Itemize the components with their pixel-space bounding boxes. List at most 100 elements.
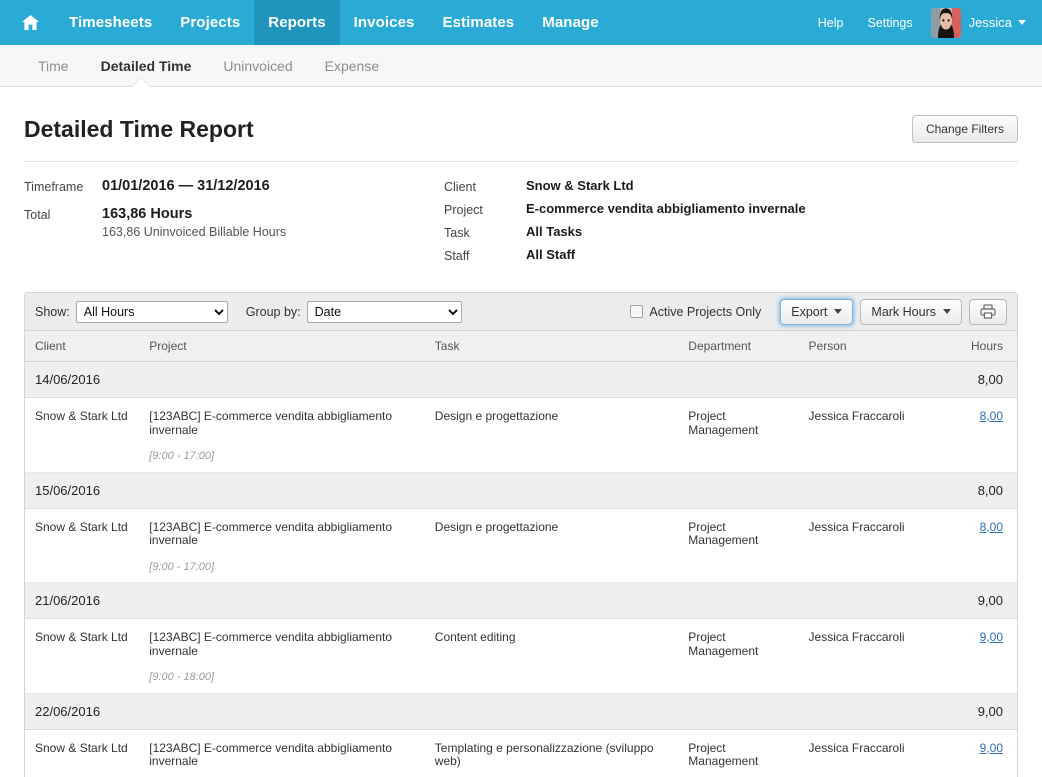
mark-hours-button[interactable]: Mark Hours (860, 298, 962, 325)
table-header-row: Client Project Task Department Person Ho… (25, 331, 1017, 362)
client-label: Client (444, 180, 476, 194)
avatar-image (930, 7, 961, 38)
cell-client: Snow & Stark Ltd (25, 618, 144, 694)
cell-department: Project Management (682, 729, 803, 777)
cell-task: Design e progettazione (428, 508, 683, 583)
cell-task: Content editing (428, 618, 683, 694)
project-name: [123ABC] E-commerce vendita abbigliament… (149, 740, 393, 768)
cell-person: Jessica Fraccaroli (802, 618, 943, 694)
home-icon (22, 15, 39, 30)
table-row[interactable]: Snow & Stark Ltd [123ABC] E-commerce ven… (25, 397, 1017, 473)
timeframe-value: 01/01/2016 — 31/12/2016 (102, 178, 270, 194)
tab-detailed-time[interactable]: Detailed Time (85, 58, 208, 74)
top-nav-right-group: Help Settings Jessica (806, 0, 1042, 45)
column-header-client[interactable]: Client (25, 331, 144, 362)
hours-link[interactable]: 9,00 (980, 630, 1003, 644)
hours-link[interactable]: 8,00 (980, 409, 1003, 423)
total-uninvoiced-value: 163,86 Uninvoiced Billable Hours (102, 225, 287, 239)
summary-total-row: Total 163,86 Hours 163,86 Uninvoiced Bil… (24, 206, 444, 239)
nav-item-timesheets[interactable]: Timesheets (55, 0, 166, 45)
cell-person: Jessica Fraccaroli (802, 508, 943, 583)
group-by-select[interactable]: Date (306, 300, 462, 323)
table-body: 14/06/2016 8,00 Snow & Stark Ltd [123ABC… (25, 361, 1017, 777)
toolbar-right-group: Active Projects Only Export Mark Hours (630, 298, 1007, 325)
hours-link[interactable]: 9,00 (980, 741, 1003, 755)
table-row[interactable]: Snow & Stark Ltd [123ABC] E-commerce ven… (25, 729, 1017, 777)
group-date: 14/06/2016 (25, 361, 943, 398)
show-select[interactable]: All Hours (75, 300, 228, 323)
print-button[interactable] (969, 298, 1007, 325)
task-label: Task (444, 226, 470, 240)
export-button[interactable]: Export (780, 298, 854, 325)
page-content: Detailed Time Report Change Filters Time… (0, 87, 1042, 777)
cell-hours: 8,00 (942, 397, 1017, 473)
active-tab-indicator (132, 78, 150, 87)
group-header-row: 21/06/2016 9,00 (25, 582, 1017, 619)
group-hours: 9,00 (942, 692, 1017, 730)
avatar[interactable] (930, 7, 961, 38)
column-header-project[interactable]: Project (143, 331, 429, 362)
entry-timestamp: [9:00 - 18:00] (149, 671, 215, 683)
group-header-row: 14/06/2016 8,00 (25, 361, 1017, 398)
entry-timestamp: [9:00 - 17:00] (149, 560, 215, 573)
nav-item-estimates[interactable]: Estimates (428, 0, 528, 45)
tab-expense[interactable]: Expense (309, 58, 395, 74)
summary-staff-row: Staff All Staff (444, 247, 1018, 263)
nav-item-reports[interactable]: Reports (254, 0, 340, 45)
active-projects-only-label: Active Projects Only (649, 304, 762, 319)
change-filters-button[interactable]: Change Filters (911, 115, 1018, 143)
printer-icon (980, 304, 996, 319)
cell-project: [123ABC] E-commerce vendita abbigliament… (143, 618, 429, 694)
home-button[interactable] (0, 0, 55, 45)
chevron-down-icon (943, 309, 951, 314)
nav-item-invoices[interactable]: Invoices (340, 0, 429, 45)
summary-client-row: Client Snow & Stark Ltd (444, 178, 1018, 194)
chevron-down-icon (1018, 20, 1026, 25)
column-header-task[interactable]: Task (428, 331, 683, 362)
group-hours: 8,00 (942, 471, 1017, 509)
column-header-department[interactable]: Department (682, 331, 803, 362)
tab-uninvoiced[interactable]: Uninvoiced (207, 58, 308, 74)
group-date: 15/06/2016 (25, 471, 943, 509)
export-label: Export (791, 304, 828, 319)
summary-project-row: Project E-commerce vendita abbigliamento… (444, 201, 1018, 217)
timeframe-label: Timeframe (24, 180, 84, 194)
mark-hours-label: Mark Hours (871, 304, 936, 319)
column-header-person[interactable]: Person (802, 331, 943, 362)
project-name: [123ABC] E-commerce vendita abbigliament… (149, 630, 393, 658)
hours-link[interactable]: 8,00 (980, 520, 1003, 534)
table-head: Client Project Task Department Person Ho… (25, 331, 1017, 362)
nav-item-projects[interactable]: Projects (166, 0, 254, 45)
summary-task-row: Task All Tasks (444, 224, 1018, 240)
staff-value: All Staff (526, 247, 576, 262)
project-label: Project (444, 203, 483, 217)
settings-link[interactable]: Settings (855, 16, 924, 30)
column-header-hours[interactable]: Hours (942, 331, 1017, 362)
client-value: Snow & Stark Ltd (526, 178, 634, 193)
user-menu[interactable]: Jessica (969, 15, 1028, 30)
table-row[interactable]: Snow & Stark Ltd [123ABC] E-commerce ven… (25, 508, 1017, 583)
report-summary: Timeframe 01/01/2016 — 31/12/2016 Total … (24, 162, 1018, 292)
top-navigation-bar: Timesheets Projects Reports Invoices Est… (0, 0, 1042, 45)
active-projects-only-checkbox[interactable]: Active Projects Only (630, 305, 761, 319)
entry-timestamp: [9:00 - 17:00] (149, 450, 215, 462)
project-name: [123ABC] E-commerce vendita abbigliament… (149, 409, 393, 437)
group-header-row: 22/06/2016 9,00 (25, 692, 1017, 730)
total-value: 163,86 Hours (102, 206, 193, 222)
cell-project: [123ABC] E-commerce vendita abbigliament… (143, 397, 429, 473)
total-value-group: 163,86 Hours 163,86 Uninvoiced Billable … (102, 206, 286, 239)
total-label: Total (24, 208, 51, 222)
table-row[interactable]: Snow & Stark Ltd [123ABC] E-commerce ven… (25, 618, 1017, 694)
nav-item-manage[interactable]: Manage (528, 0, 612, 45)
user-name-label: Jessica (968, 15, 1012, 30)
page-title: Detailed Time Report (24, 115, 254, 142)
checkbox-box[interactable] (630, 305, 644, 318)
summary-left-column: Timeframe 01/01/2016 — 31/12/2016 Total … (24, 178, 444, 270)
cell-client: Snow & Stark Ltd (25, 397, 144, 473)
staff-label: Staff (444, 249, 470, 263)
help-link[interactable]: Help (806, 16, 856, 30)
cell-department: Project Management (682, 397, 803, 473)
cell-person: Jessica Fraccaroli (802, 397, 943, 473)
tab-time[interactable]: Time (22, 58, 85, 74)
group-hours: 8,00 (942, 361, 1017, 398)
